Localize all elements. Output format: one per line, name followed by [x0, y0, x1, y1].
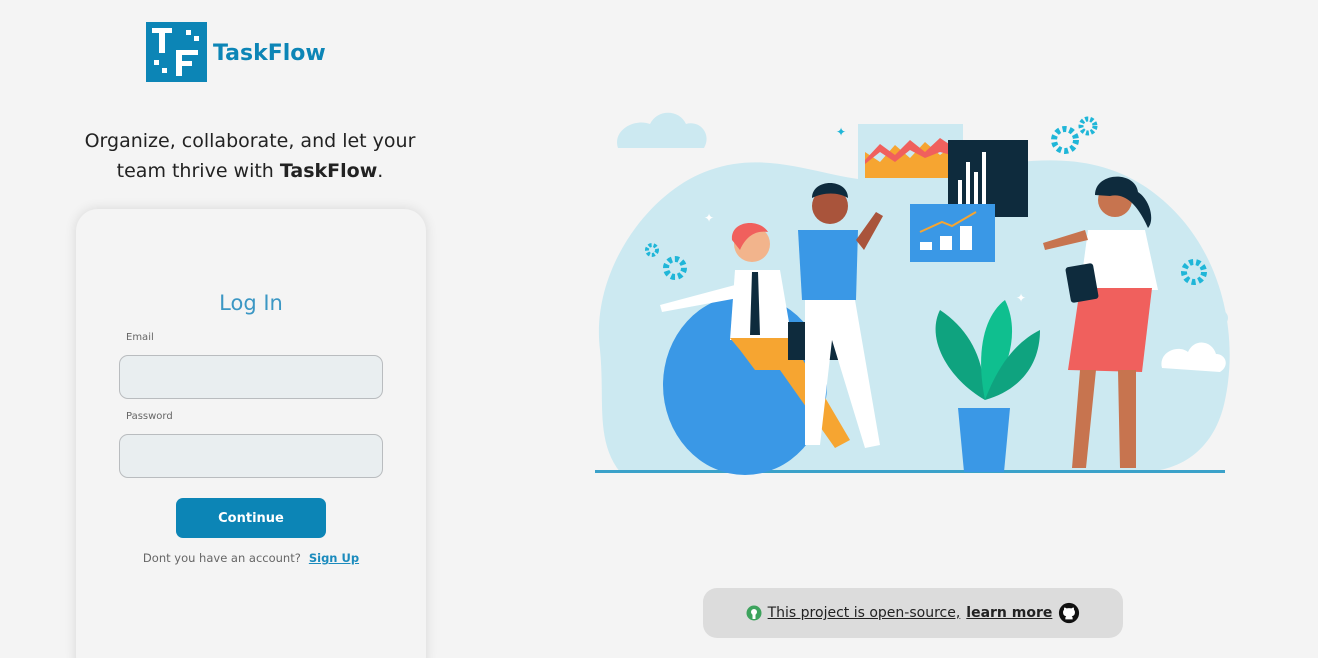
person-2-shirt	[798, 230, 858, 300]
sparkle: ✦	[1016, 291, 1026, 305]
learn-more-link[interactable]: learn more	[966, 605, 1052, 621]
gear-icon	[1051, 126, 1079, 154]
bar-chart-card-blue	[910, 204, 995, 262]
email-field[interactable]	[119, 355, 383, 399]
brand-name: TaskFlow	[213, 40, 326, 66]
tagline-brand: TaskFlow	[279, 160, 378, 182]
no-account-text: Dont you have an account?	[142, 551, 301, 565]
tagline-line-1: Organize, collaborate, and let your	[84, 130, 416, 152]
bar-4	[982, 152, 986, 210]
github-icon[interactable]	[1058, 602, 1080, 624]
signup-row: Dont you have an account? Sign Up	[76, 551, 426, 565]
tagline-prefix: team thrive with	[116, 160, 280, 182]
floor-line	[595, 470, 1225, 473]
open-source-link[interactable]: This project is open-source,	[768, 605, 961, 621]
sparkle: ✦	[704, 211, 714, 225]
tagline: Organize, collaborate, and let your team…	[60, 126, 440, 186]
signup-link[interactable]: Sign Up	[309, 551, 359, 565]
blue-bar-2	[940, 236, 952, 250]
gear-icon	[1078, 116, 1098, 136]
open-source-banner: This project is open-source, learn more	[703, 588, 1123, 638]
plant-pot	[958, 408, 1010, 472]
cloud-right-2	[1172, 304, 1228, 332]
login-card: Log In Email Password Continue Dont you …	[76, 209, 426, 658]
illustration-svg: ✦ ✦ ✦	[595, 112, 1230, 475]
continue-button[interactable]: Continue	[176, 498, 326, 538]
email-label: Email	[126, 332, 154, 343]
bar-2	[966, 162, 970, 210]
password-label: Password	[126, 411, 173, 422]
tagline-suffix: .	[377, 160, 384, 182]
blue-bar-3	[960, 226, 972, 250]
taskflow-logo	[146, 22, 207, 82]
blue-bar-1	[920, 242, 932, 250]
cloud-left	[617, 112, 707, 148]
brand-header: TaskFlow	[146, 22, 326, 82]
open-source-icon	[746, 605, 762, 621]
team-collaboration-illustration: ✦ ✦ ✦	[580, 100, 1230, 480]
password-field[interactable]	[119, 434, 383, 478]
tagline-line-2: team thrive with TaskFlow.	[60, 156, 440, 186]
login-title: Log In	[219, 291, 283, 315]
sparkle: ✦	[836, 125, 846, 139]
